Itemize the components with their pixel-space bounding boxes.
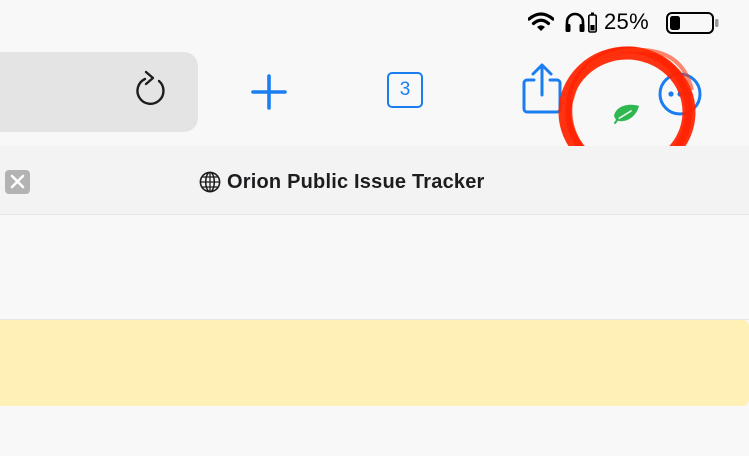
reload-icon[interactable] — [132, 68, 170, 112]
close-icon[interactable] — [5, 170, 30, 194]
active-tab[interactable]: Orion Public Issue Tracker — [199, 170, 485, 194]
more-icon[interactable] — [656, 70, 704, 118]
page-content-lower — [0, 406, 749, 456]
earbuds-battery-icon — [588, 12, 597, 33]
battery-icon — [666, 12, 719, 34]
notice-banner — [0, 320, 749, 406]
headphones-icon — [565, 12, 585, 32]
page-content-area — [0, 215, 749, 320]
wifi-icon — [528, 12, 554, 31]
browser-toolbar — [0, 46, 749, 146]
leaf-icon[interactable] — [612, 102, 640, 126]
share-icon[interactable] — [520, 62, 564, 116]
tab-title: Orion Public Issue Tracker — [227, 170, 485, 193]
tab-strip: Orion Public Issue Tracker — [0, 146, 749, 215]
tabs-button[interactable]: 3 — [387, 72, 427, 112]
globe-icon — [199, 171, 221, 193]
battery-percentage: 25% — [604, 9, 649, 34]
plus-icon[interactable] — [249, 72, 289, 112]
status-bar: 25% — [0, 0, 749, 46]
tabs-icon: 3 — [387, 72, 423, 108]
